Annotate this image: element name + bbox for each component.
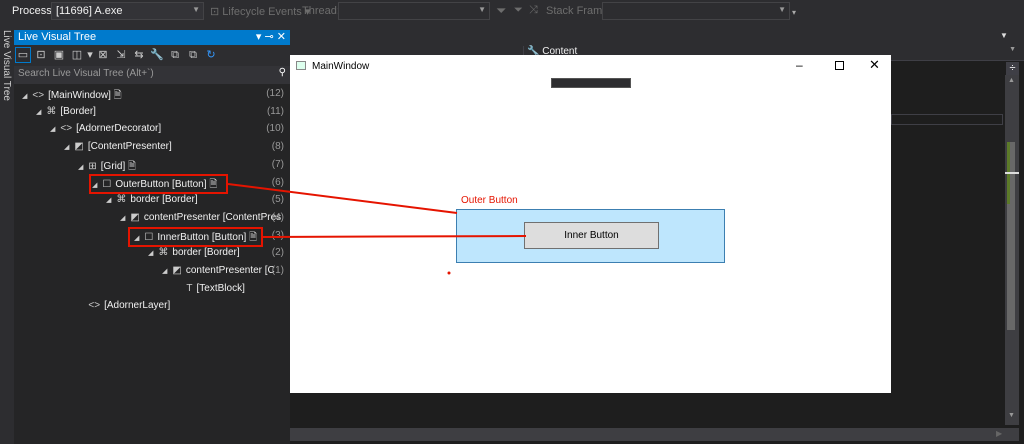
inner-connector bbox=[262, 235, 527, 238]
red-dot bbox=[447, 271, 451, 275]
outer-connector bbox=[227, 183, 458, 214]
connector-lines bbox=[227, 183, 527, 275]
